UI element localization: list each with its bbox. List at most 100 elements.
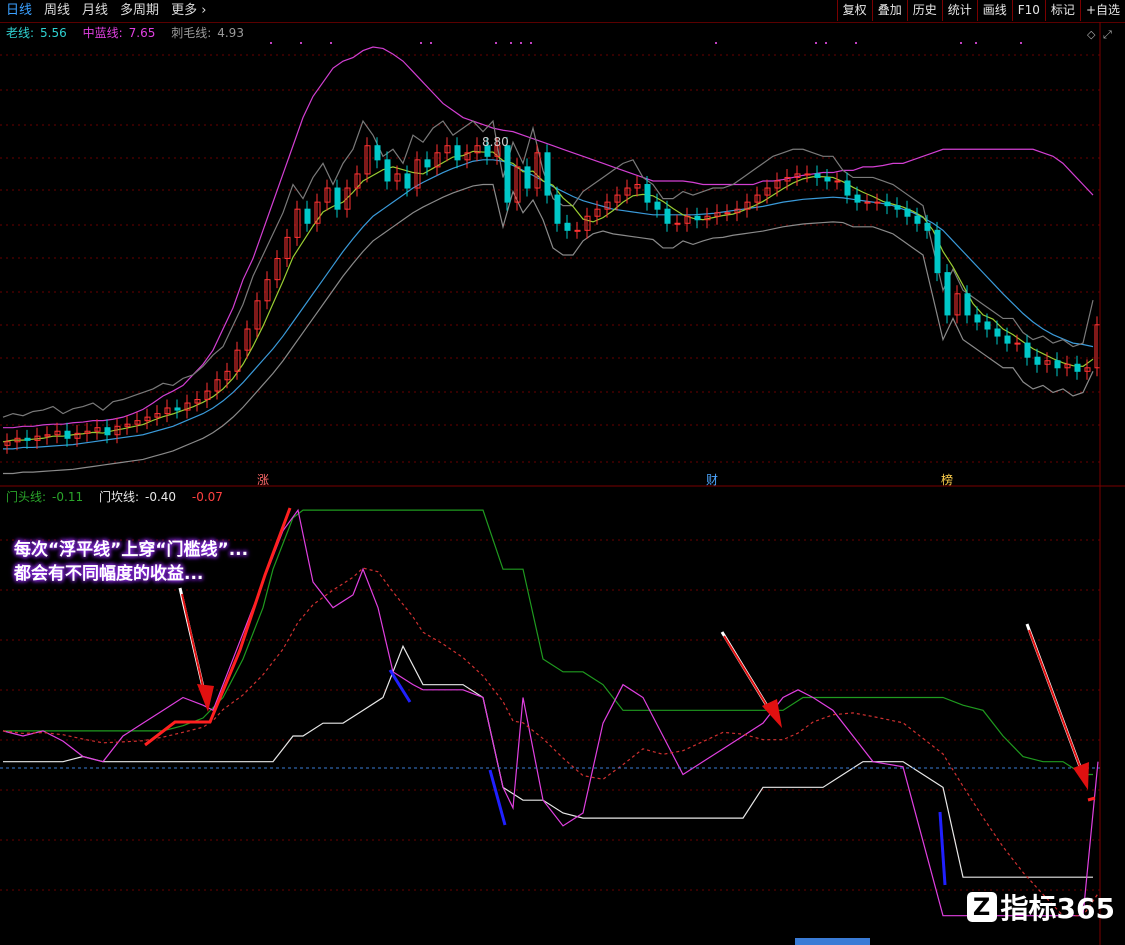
- candle-body: [104, 427, 111, 436]
- candle-body: [694, 215, 701, 221]
- candle-body: [24, 437, 31, 441]
- candle-body: [884, 201, 891, 207]
- signal-dot: [330, 42, 332, 44]
- legend-door: 门头线: -0.11: [6, 490, 84, 504]
- logo-text: 指标365: [1000, 892, 1115, 925]
- legend-hair: 刺毛线: 4.93: [171, 26, 244, 40]
- signal-dot: [825, 42, 827, 44]
- candle-body: [664, 208, 671, 224]
- logo-icon: Z: [966, 892, 997, 922]
- candle-body: [174, 407, 181, 411]
- candle-body: [674, 222, 681, 225]
- candle-body: [874, 201, 881, 204]
- candle-body: [524, 166, 531, 189]
- signal-dot: [510, 42, 512, 44]
- signal-dot: [975, 42, 977, 44]
- candle-body: [904, 208, 911, 217]
- legend-door-value: -0.11: [52, 490, 84, 504]
- band-upper-line: [3, 46, 1094, 429]
- candle-body: [1054, 360, 1061, 369]
- candle-body: [1024, 342, 1031, 358]
- legend-kan: 门坎线: -0.40: [98, 490, 177, 504]
- candle-body: [504, 145, 511, 203]
- candle-body: [304, 208, 311, 224]
- candle-body: [374, 145, 381, 161]
- candle-body: [1034, 356, 1041, 365]
- candle-body: [914, 215, 921, 224]
- candle-body: [404, 173, 411, 189]
- candle-body: [964, 293, 971, 316]
- candle-body: [564, 222, 571, 231]
- candle-body: [1004, 335, 1011, 344]
- signal-dot: [420, 42, 422, 44]
- door-sill-line: [3, 644, 1093, 878]
- legend-hair-value: 4.93: [217, 26, 244, 40]
- candle-body: [644, 184, 651, 203]
- signal-dot: [300, 42, 302, 44]
- annotation-text: 每次“浮平线”上穿“门槛线”... 都会有不同幅度的收益...: [14, 538, 248, 586]
- candle-body: [64, 430, 71, 439]
- legend-mid-value: 7.65: [128, 26, 156, 40]
- signal-dot: [495, 42, 497, 44]
- annotation-line-2: 都会有不同幅度的收益...: [14, 564, 204, 584]
- candle-body: [544, 152, 551, 196]
- legend-old: 老线: 5.56: [6, 26, 67, 40]
- signal-dot: [960, 42, 962, 44]
- sub-legend: 门头线: -0.11 门坎线: -0.40 -0.07: [6, 488, 229, 505]
- down-highlight: [388, 669, 412, 703]
- candle-body: [554, 194, 561, 224]
- candle-body: [834, 180, 841, 183]
- candle-body: [864, 201, 871, 204]
- marker-zhang[interactable]: 涨: [257, 471, 269, 488]
- dashed-average-line: [2, 567, 1099, 917]
- candle-body: [384, 159, 391, 182]
- candle-body: [984, 321, 991, 330]
- signal-dot: [270, 42, 272, 44]
- candle-body: [824, 176, 831, 182]
- brand-logo: Z 指标365: [966, 887, 1115, 927]
- arrow-1: [178, 587, 214, 712]
- signal-dot: [520, 42, 522, 44]
- candle-body: [1074, 363, 1081, 372]
- marker-cai[interactable]: 财: [706, 471, 718, 488]
- main-legend: 老线: 5.56 中蓝线: 7.65 刺毛线: 4.93: [6, 24, 256, 41]
- signal-dot: [715, 42, 717, 44]
- signal-dot: [1020, 42, 1022, 44]
- date-tag: [795, 938, 870, 945]
- static-layer: ◇ ⤢: [0, 22, 1125, 945]
- down-highlight: [938, 811, 947, 886]
- candle-body: [934, 229, 941, 274]
- candle-body: [854, 194, 861, 203]
- candle-body: [424, 159, 431, 168]
- candle-body: [334, 187, 341, 210]
- candle-body: [844, 180, 851, 196]
- candle-body: [974, 314, 981, 323]
- candle-body: [654, 201, 661, 210]
- signal-dot: [530, 42, 532, 44]
- candle-body: [814, 173, 821, 178]
- candle-body: [994, 328, 1001, 337]
- marker-bang[interactable]: 榜: [941, 471, 953, 488]
- arrow-3: [1025, 623, 1089, 790]
- signal-dot: [430, 42, 432, 44]
- signal-dot: [815, 42, 817, 44]
- peak-price-label: 8.80: [482, 135, 509, 149]
- candle-body: [724, 212, 731, 215]
- signal-dot: [855, 42, 857, 44]
- legend-mid: 中蓝线: 7.65: [82, 26, 156, 40]
- candle-body: [944, 272, 951, 316]
- legend-extra: -0.07: [191, 490, 223, 504]
- expand-icon: ⤢: [1103, 28, 1112, 41]
- arrow-2: [720, 631, 782, 728]
- diamond-icon: ◇: [1087, 28, 1096, 41]
- candle-body: [574, 229, 581, 232]
- annotation-line-1: 每次“浮平线”上穿“门槛线”...: [14, 540, 249, 560]
- up-highlight: [1087, 796, 1096, 802]
- price-chart[interactable]: ◇ ⤢: [0, 0, 1125, 945]
- candle-body: [454, 145, 461, 161]
- legend-kan-value: -0.40: [144, 490, 177, 504]
- candle-body: [924, 222, 931, 231]
- down-highlight: [488, 769, 507, 826]
- candle-body: [894, 205, 901, 210]
- legend-old-value: 5.56: [40, 26, 67, 40]
